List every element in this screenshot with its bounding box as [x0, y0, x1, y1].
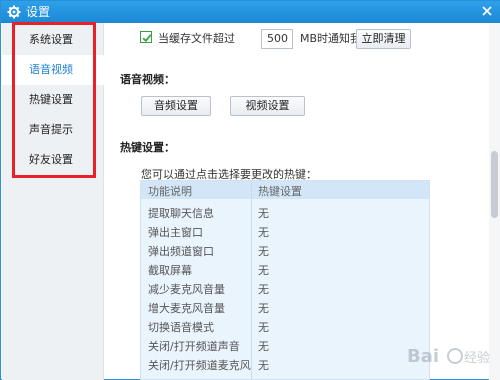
row-hotkey: 无 — [258, 340, 269, 353]
row-function: 弹出主窗口 — [148, 226, 203, 239]
cache-unit-label: MB时通知我 — [300, 32, 362, 45]
clear-now-button[interactable]: 立即清理 — [356, 29, 411, 49]
hotkey-table: 功能说明 热键设置 提取聊天信息 无 弹出主窗口 无 弹出频道窗口 无 截取屏幕… — [140, 180, 430, 380]
row-hotkey: 无 — [258, 245, 269, 258]
vertical-scrollbar[interactable] — [489, 23, 500, 380]
title-bar: 设置 — [1, 1, 500, 23]
main-panel: 当缓存文件超过 500 MB时通知我 立即清理 语音视频： 音频设置 视频设置 … — [105, 23, 489, 380]
table-row[interactable]: 截取屏幕 无 — [141, 260, 429, 278]
row-function: 截取屏幕 — [148, 264, 192, 277]
sidebar-item-voice-video[interactable]: 语音视频 — [2, 55, 104, 85]
sidebar-item-label: 热键设置 — [29, 93, 73, 106]
row-hotkey: 无 — [258, 207, 269, 220]
checkmark-icon — [142, 34, 152, 43]
row-function: 关闭/打开频道麦克风 — [148, 359, 251, 372]
cache-size-input[interactable]: 500 — [261, 29, 293, 49]
sidebar-item-hotkeys[interactable]: 热键设置 — [2, 85, 104, 115]
hotkeys-title: 热键设置： — [120, 141, 175, 154]
column-header-hotkey: 热键设置 — [258, 185, 302, 198]
table-row[interactable]: 关闭/打开频道声音 无 — [141, 336, 429, 354]
row-hotkey: 无 — [258, 283, 269, 296]
window-title: 设置 — [26, 5, 51, 19]
table-row[interactable]: 切换语音模式 无 — [141, 317, 429, 335]
sidebar-item-label: 语音视频 — [29, 63, 73, 76]
sidebar-item-friends[interactable]: 好友设置 — [2, 145, 104, 175]
table-row[interactable]: 弹出频道窗口 无 — [141, 241, 429, 259]
row-hotkey: 无 — [258, 226, 269, 239]
row-function: 关闭/打开频道声音 — [148, 340, 240, 353]
voice-video-title: 语音视频： — [120, 73, 175, 86]
row-function: 切换语音模式 — [148, 321, 214, 334]
scroll-thumb[interactable] — [491, 151, 498, 218]
row-hotkey: 无 — [258, 302, 269, 315]
table-header: 功能说明 热键设置 — [141, 181, 429, 199]
row-function: 弹出频道窗口 — [148, 245, 214, 258]
sidebar-item-label: 声音提示 — [29, 123, 73, 136]
table-row[interactable]: 增大麦克风音量 无 — [141, 298, 429, 316]
close-icon[interactable] — [480, 4, 494, 18]
row-hotkey: 无 — [258, 264, 269, 277]
sidebar-item-label: 好友设置 — [29, 153, 73, 166]
row-function: 减少麦克风音量 — [148, 283, 225, 296]
svg-text:Bai: Bai — [407, 346, 439, 367]
table-row[interactable]: 弹出主窗口 无 — [141, 222, 429, 240]
row-hotkey: 无 — [258, 359, 269, 372]
cache-label: 当缓存文件超过 — [158, 32, 235, 45]
sidebar-item-system[interactable]: 系统设置 — [2, 25, 104, 55]
sidebar: 系统设置 语音视频 热键设置 声音提示 好友设置 — [2, 23, 104, 380]
audio-settings-button[interactable]: 音频设置 — [141, 96, 211, 116]
svg-text:经验: 经验 — [464, 350, 490, 366]
sidebar-item-sound[interactable]: 声音提示 — [2, 115, 104, 145]
watermark-logo: Bai 经验 — [407, 346, 490, 367]
table-row[interactable]: 提取聊天信息 无 — [141, 203, 429, 221]
row-hotkey: 无 — [258, 321, 269, 334]
settings-window: 设置 系统设置 语音视频 热键设置 声音提示 好友设置 当缓存文件超过 500 … — [0, 0, 500, 380]
table-row[interactable]: 关闭/打开频道麦克风 无 — [141, 355, 429, 373]
gear-icon — [7, 5, 21, 19]
sidebar-item-label: 系统设置 — [29, 33, 73, 46]
video-settings-button[interactable]: 视频设置 — [230, 96, 305, 116]
column-header-function: 功能说明 — [148, 185, 192, 198]
cache-checkbox[interactable] — [140, 31, 152, 43]
row-function: 增大麦克风音量 — [148, 302, 225, 315]
table-row[interactable]: 减少麦克风音量 无 — [141, 279, 429, 297]
row-function: 提取聊天信息 — [148, 207, 214, 220]
